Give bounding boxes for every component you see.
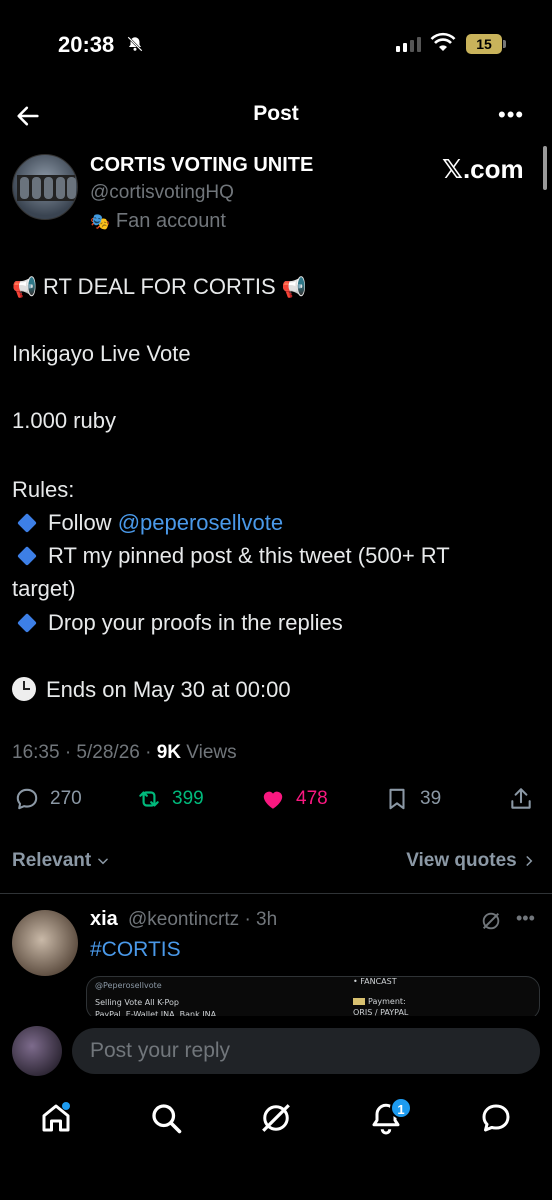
tweet-line-vote: Inkigayo Live Vote	[12, 341, 191, 366]
bookmark-icon	[389, 788, 405, 810]
reply-avatar[interactable]	[12, 910, 78, 976]
tweet-rule-1: Follow @peperosellvote	[12, 510, 283, 536]
fan-account-label: 🎭 Fan account	[90, 210, 226, 233]
xcom-watermark: 𝕏.com	[442, 154, 524, 184]
notifications-badge: 1	[390, 1097, 412, 1119]
messages-icon[interactable]	[478, 1100, 514, 1136]
author-name[interactable]: CORTIS VOTING UNITE	[90, 154, 313, 177]
like-button[interactable]: 478	[260, 786, 328, 812]
post-header: Post •••	[0, 96, 552, 136]
scrollbar[interactable]	[543, 146, 547, 190]
wifi-icon	[430, 32, 456, 59]
chevron-right-icon	[526, 856, 533, 866]
tweet-rules-title: Rules:	[12, 477, 75, 502]
bookmark-count: 39	[420, 788, 442, 809]
more-options-icon[interactable]: •••	[498, 102, 524, 128]
battery-icon: 15	[466, 34, 506, 54]
home-unread-dot	[62, 1102, 70, 1110]
tweet-rule-3: Drop your proofs in the replies	[12, 610, 343, 636]
grok-nav-icon[interactable]	[258, 1100, 294, 1136]
share-button[interactable]	[508, 786, 534, 812]
blue-diamond-icon	[17, 613, 37, 634]
action-bar: 270 399 478 39	[0, 786, 552, 820]
tweet-rule-2-cont: target)	[12, 576, 76, 601]
repost-count: 399	[172, 788, 204, 809]
timestamp: 16:35 · 5/28/26 ·	[12, 742, 157, 763]
reply-icon	[16, 788, 38, 810]
cellular-signal-icon	[396, 36, 421, 52]
repost-button[interactable]: 399	[136, 786, 204, 812]
blue-diamond-icon	[17, 546, 37, 567]
search-icon[interactable]	[148, 1100, 184, 1136]
rule-2-text: RT my pinned post & this tweet (500+ RT	[48, 543, 450, 568]
rule-3-text: Drop your proofs in the replies	[48, 610, 343, 635]
bookmark-button[interactable]: 39	[384, 786, 441, 812]
reply-media-card[interactable]: @Peperosellvote Selling Vote All K-Pop P…	[86, 976, 540, 1020]
fan-account-text: Fan account	[115, 210, 226, 232]
mention-link[interactable]: @peperosellvote	[118, 510, 283, 535]
divider	[0, 893, 552, 894]
tweet-headline-text: RT DEAL FOR CORTIS	[43, 274, 276, 299]
card-line-1: Selling Vote All K-Pop	[95, 998, 179, 1007]
reply-button[interactable]: 270	[14, 786, 82, 812]
author-handle[interactable]: @cortisvotingHQ	[90, 182, 234, 204]
tweet-ends: Ends on May 30 at 00:00	[12, 677, 291, 703]
sort-relevant-dropdown[interactable]: Relevant	[12, 850, 110, 872]
clock-icon	[12, 677, 36, 701]
bottom-nav	[0, 1090, 552, 1150]
card-payment: Payment:	[353, 997, 406, 1006]
card-icon	[353, 998, 365, 1005]
views-count[interactable]: 9K	[157, 742, 181, 763]
silent-bell-icon	[126, 35, 144, 58]
megaphone-icon: 📢	[12, 277, 37, 299]
ends-text: Ends on May 30 at 00:00	[46, 677, 291, 702]
card-fancast: • FANCAST	[353, 977, 397, 986]
reply-author-meta[interactable]: @keontincrtz · 3h	[128, 909, 277, 931]
reply-hashtag[interactable]: #CORTIS	[90, 938, 181, 962]
views-label: Views	[181, 742, 237, 763]
heart-icon	[263, 791, 283, 809]
view-quotes-link[interactable]: View quotes	[406, 850, 536, 872]
status-bar: 20:38 15	[0, 0, 552, 90]
reply-more-icon[interactable]: •••	[516, 908, 535, 929]
tweet-line-ruby: 1.000 ruby	[12, 408, 116, 433]
tweet-meta: 16:35 · 5/28/26 · 9K Views	[12, 742, 237, 764]
reply-count: 270	[50, 788, 82, 809]
card-handle: @Peperosellvote	[95, 981, 162, 990]
tweet-rule-2: RT my pinned post & this tweet (500+ RT	[12, 543, 450, 569]
rule-1-text: Follow	[48, 510, 118, 535]
theater-mask-icon: 🎭	[90, 214, 110, 231]
view-quotes-label: View quotes	[406, 850, 517, 871]
blue-diamond-icon	[17, 513, 37, 534]
author-avatar[interactable]	[12, 154, 78, 220]
repost-icon	[139, 791, 159, 807]
reply-input-placeholder: Post your reply	[90, 1039, 231, 1062]
sort-relevant-label: Relevant	[12, 850, 92, 871]
tweet-headline: 📢 RT DEAL FOR CORTIS 📢	[12, 274, 307, 300]
page-title: Post	[253, 102, 299, 125]
my-avatar[interactable]	[12, 1026, 62, 1076]
chevron-down-icon	[98, 858, 109, 865]
share-icon	[511, 788, 531, 809]
megaphone-icon: 📢	[281, 277, 307, 299]
like-count: 478	[296, 788, 328, 809]
status-time: 20:38	[58, 32, 115, 57]
grok-icon[interactable]	[480, 910, 502, 937]
reply-author-name[interactable]: xia	[90, 908, 118, 931]
